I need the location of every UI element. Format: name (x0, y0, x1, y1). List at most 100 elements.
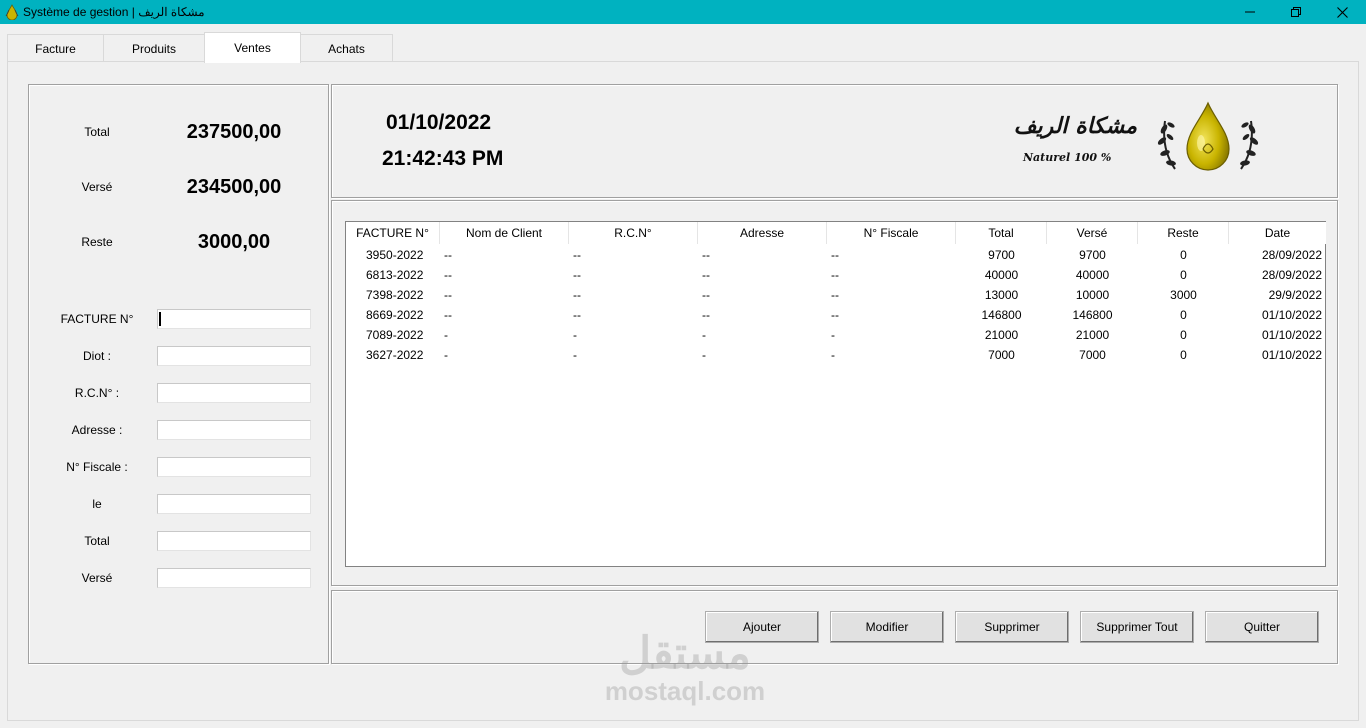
delete-all-button[interactable]: Supprimer Tout (1080, 611, 1194, 643)
column-header-total[interactable]: Total (956, 222, 1047, 244)
column-header-rcn[interactable]: R.C.N° (569, 222, 698, 244)
table-cell: 29/9/2022 (1268, 288, 1322, 302)
table-cell: -- (831, 308, 839, 322)
tab-achats[interactable]: Achats (300, 34, 393, 62)
header-panel: 01/10/2022 21:42:43 PM مشكاة الريف Natur… (331, 84, 1338, 198)
close-icon (1336, 6, 1348, 18)
logo-text: مشكاة الريف Naturel 100 % (987, 113, 1137, 173)
restore-icon (1291, 7, 1301, 17)
table-cell: 0 (1180, 268, 1187, 282)
table-panel: FACTURE N° Nom de Client R.C.N° Adresse … (331, 200, 1338, 586)
table-cell: - (831, 348, 835, 362)
text-caret (159, 312, 161, 326)
table-cell: 9700 (988, 248, 1015, 262)
logo-text-latin: Naturel 100 % (1023, 151, 1112, 164)
window-titlebar: Système de gestion | مشكاة الريف (0, 0, 1366, 24)
table-cell: -- (444, 288, 452, 302)
table-cell: 10000 (1075, 288, 1110, 302)
verse-field-input[interactable] (157, 568, 311, 588)
olive-drop-icon (5, 4, 19, 20)
total-value: 237500,00 (186, 121, 282, 143)
column-header-client[interactable]: Nom de Client (440, 222, 569, 244)
tab-produits[interactable]: Produits (103, 34, 205, 62)
table-cell: 28/09/2022 (1261, 268, 1322, 282)
rcn-label: R.C.N° : (74, 386, 120, 400)
table-cell: -- (444, 308, 452, 322)
verse-label: Versé (81, 180, 113, 194)
total-field-input[interactable] (157, 531, 311, 551)
date-field-input[interactable] (157, 494, 311, 514)
facture-no-label: FACTURE N° (60, 312, 134, 326)
restore-button[interactable] (1273, 0, 1319, 24)
current-time: 21:42:43 PM (382, 147, 504, 170)
watermark-arabic: مستقل (619, 629, 751, 678)
table-cell: -- (831, 288, 839, 302)
tab-facture[interactable]: Facture (7, 34, 104, 62)
table-cell: -- (444, 268, 452, 282)
table-cell: 3000 (1170, 288, 1197, 302)
table-cell: -- (831, 268, 839, 282)
table-cell: 21000 (1075, 328, 1110, 342)
column-header-facture[interactable]: FACTURE N° (346, 222, 440, 244)
logo-text-arabic: مشكاة الريف (1013, 113, 1137, 139)
table-cell: -- (573, 288, 581, 302)
table-cell: 0 (1180, 328, 1187, 342)
table-cell: 40000 (1075, 268, 1110, 282)
table-cell: 7000 (988, 348, 1015, 362)
table-cell: -- (573, 268, 581, 282)
modify-button[interactable]: Modifier (830, 611, 944, 643)
watermark-latin: mostaql.com (604, 676, 766, 706)
table-cell: 8669-2022 (366, 308, 424, 322)
table-cell: -- (702, 268, 710, 282)
close-button[interactable] (1319, 0, 1365, 24)
table-cell: 146800 (1072, 308, 1113, 322)
window-body: Facture Produits Ventes Achats Total 237… (0, 24, 1366, 728)
tab-ventes[interactable]: Ventes (204, 32, 301, 63)
table-cell: 6813-2022 (366, 268, 424, 282)
table-cell: 0 (1180, 248, 1187, 262)
client-input[interactable] (157, 346, 311, 366)
table-cell: - (444, 328, 448, 342)
quit-button[interactable]: Quitter (1205, 611, 1319, 643)
watermark: مستقل mostaql.com (600, 629, 770, 706)
column-header-adresse[interactable]: Adresse (698, 222, 827, 244)
total-field-label: Total (84, 534, 110, 548)
client-label: Diot : (82, 349, 111, 363)
verse-value: 234500,00 (186, 176, 282, 198)
column-header-verse[interactable]: Versé (1047, 222, 1138, 244)
rcn-input[interactable] (157, 383, 311, 403)
reste-value: 3000,00 (197, 231, 271, 253)
table-cell: 7000 (1079, 348, 1106, 362)
sales-table[interactable]: FACTURE N° Nom de Client R.C.N° Adresse … (345, 221, 1326, 567)
left-panel: Total 237500,00 Versé 234500,00 Reste 30… (28, 84, 329, 664)
table-cell: 28/09/2022 (1261, 248, 1322, 262)
table-cell: 13000 (984, 288, 1019, 302)
table-cell: - (573, 348, 577, 362)
minimize-button[interactable] (1227, 0, 1273, 24)
table-cell: 7398-2022 (366, 288, 424, 302)
total-label: Total (84, 125, 110, 139)
table-cell: -- (573, 308, 581, 322)
fiscale-input[interactable] (157, 457, 311, 477)
minimize-icon (1245, 11, 1255, 13)
table-cell: 3950-2022 (366, 248, 424, 262)
adresse-input[interactable] (157, 420, 311, 440)
table-cell: 9700 (1079, 248, 1106, 262)
facture-no-input[interactable] (157, 309, 311, 329)
table-cell: -- (702, 308, 710, 322)
table-cell: 146800 (981, 308, 1022, 322)
table-cell: - (444, 348, 448, 362)
table-cell: - (702, 348, 706, 362)
column-header-date[interactable]: Date (1229, 222, 1326, 244)
table-cell: - (831, 328, 835, 342)
table-cell: 0 (1180, 308, 1187, 322)
table-cell: -- (573, 248, 581, 262)
column-header-fiscale[interactable]: N° Fiscale (827, 222, 956, 244)
table-cell: 7089-2022 (366, 328, 424, 342)
current-date: 01/10/2022 (386, 111, 492, 134)
column-header-reste[interactable]: Reste (1138, 222, 1229, 244)
table-cell: -- (444, 248, 452, 262)
table-cell: 01/10/2022 (1261, 328, 1322, 342)
delete-button[interactable]: Supprimer (955, 611, 1069, 643)
table-cell: 3627-2022 (366, 348, 424, 362)
